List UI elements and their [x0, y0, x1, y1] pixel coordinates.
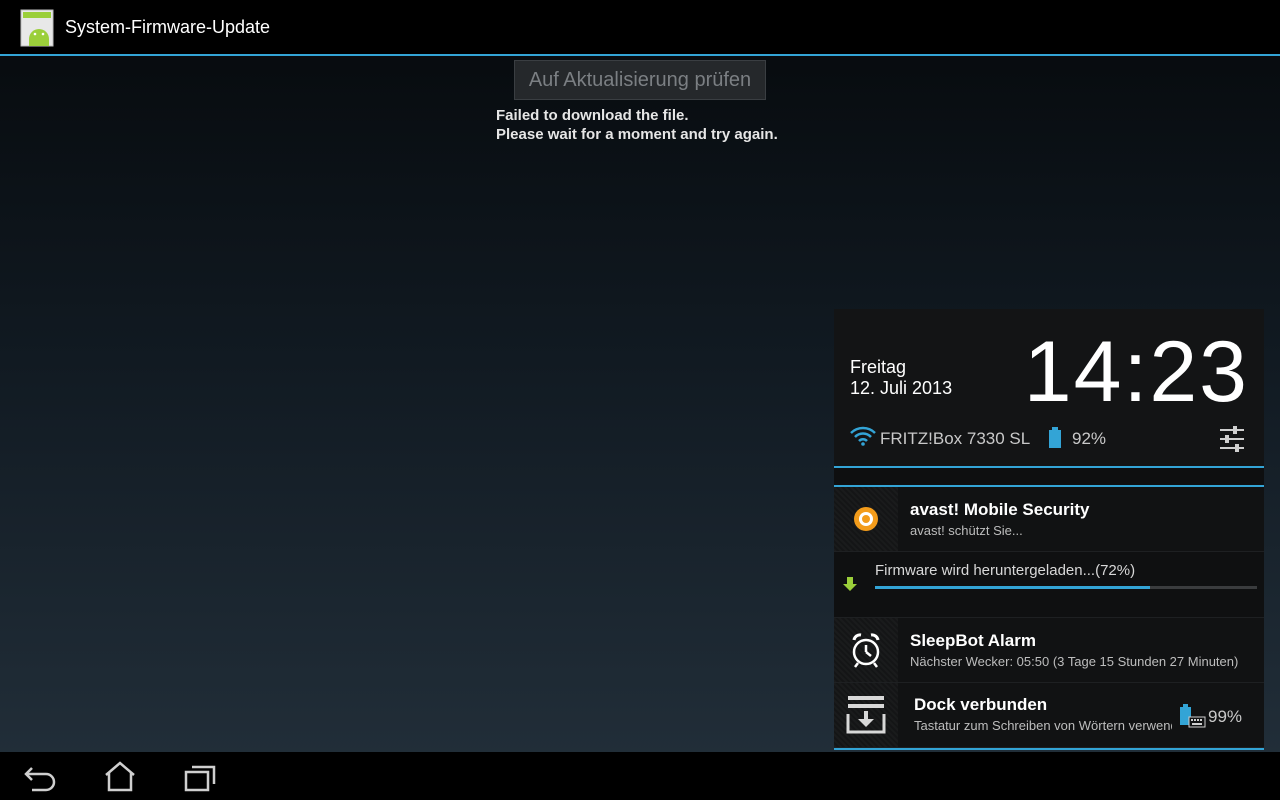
day-label: Freitag — [850, 357, 907, 377]
notification-icon-box — [834, 487, 898, 551]
notification-sleepbot-alarm[interactable]: SleepBot Alarm Nächster Wecker: 05:50 (3… — [834, 618, 1264, 683]
date-label: 12. Juli 2013 — [850, 378, 953, 398]
panel-header: Freitag 12. Juli 2013 14:23 FRITZ!Box 73… — [834, 309, 1264, 468]
home-icon[interactable] — [98, 760, 142, 794]
quick-settings-icon[interactable] — [1218, 426, 1246, 452]
notification-subtitle: Tastatur zum Schreiben von Wörtern verwe… — [914, 718, 1172, 733]
clock: 14:23 — [1023, 324, 1249, 420]
notification-title: SleepBot Alarm — [910, 631, 1036, 650]
divider — [834, 748, 1264, 750]
app-title: System-Firmware-Update — [65, 17, 271, 37]
battery-percent: 92% — [1072, 429, 1107, 448]
action-bar: System-Firmware-Update — [0, 0, 1280, 56]
notification-title: Dock verbunden — [914, 695, 1048, 714]
dock-battery-percent: 99% — [1208, 707, 1243, 726]
notification-subtitle: avast! schützt Sie... — [910, 523, 1023, 538]
error-message-line1: Failed to download the file. — [496, 107, 689, 124]
alarm-clock-icon — [852, 633, 880, 668]
wifi-network-name[interactable]: FRITZ!Box 7330 SL — [880, 429, 1030, 449]
notification-icon-box — [834, 618, 898, 682]
system-nav-bar — [0, 752, 1280, 800]
avast-icon — [854, 507, 878, 531]
check-for-update-button[interactable]: Auf Aktualisierung prüfen — [514, 60, 766, 100]
notification-icon-box — [834, 683, 898, 747]
android-app-icon[interactable] — [20, 9, 54, 47]
error-message-line2: Please wait for a moment and try again. — [496, 126, 778, 143]
dock-icon — [846, 696, 886, 734]
keyboard-dock-battery-icon — [1180, 704, 1206, 728]
notification-avast[interactable]: avast! Mobile Security avast! schützt Si… — [834, 487, 1264, 552]
notification-firmware-download[interactable]: Firmware wird heruntergeladen...(72%) — [834, 552, 1264, 618]
notification-subtitle: Nächster Wecker: 05:50 (3 Tage 15 Stunde… — [910, 654, 1239, 669]
notification-dock-connected[interactable]: Dock verbunden Tastatur zum Schreiben vo… — [834, 683, 1264, 748]
notification-panel: Freitag 12. Juli 2013 14:23 FRITZ!Box 73… — [834, 309, 1264, 750]
download-arrow-icon — [843, 577, 857, 591]
notification-title: avast! Mobile Security — [910, 500, 1090, 519]
firmware-progress-fill — [875, 586, 1151, 589]
firmware-progress-label: Firmware wird heruntergeladen...(72%) — [875, 562, 1136, 579]
recent-apps-icon[interactable] — [178, 760, 222, 794]
back-icon[interactable] — [18, 760, 62, 794]
wifi-icon — [850, 426, 876, 446]
battery-icon — [1049, 427, 1061, 448]
firmware-progress-bar — [875, 586, 1257, 589]
